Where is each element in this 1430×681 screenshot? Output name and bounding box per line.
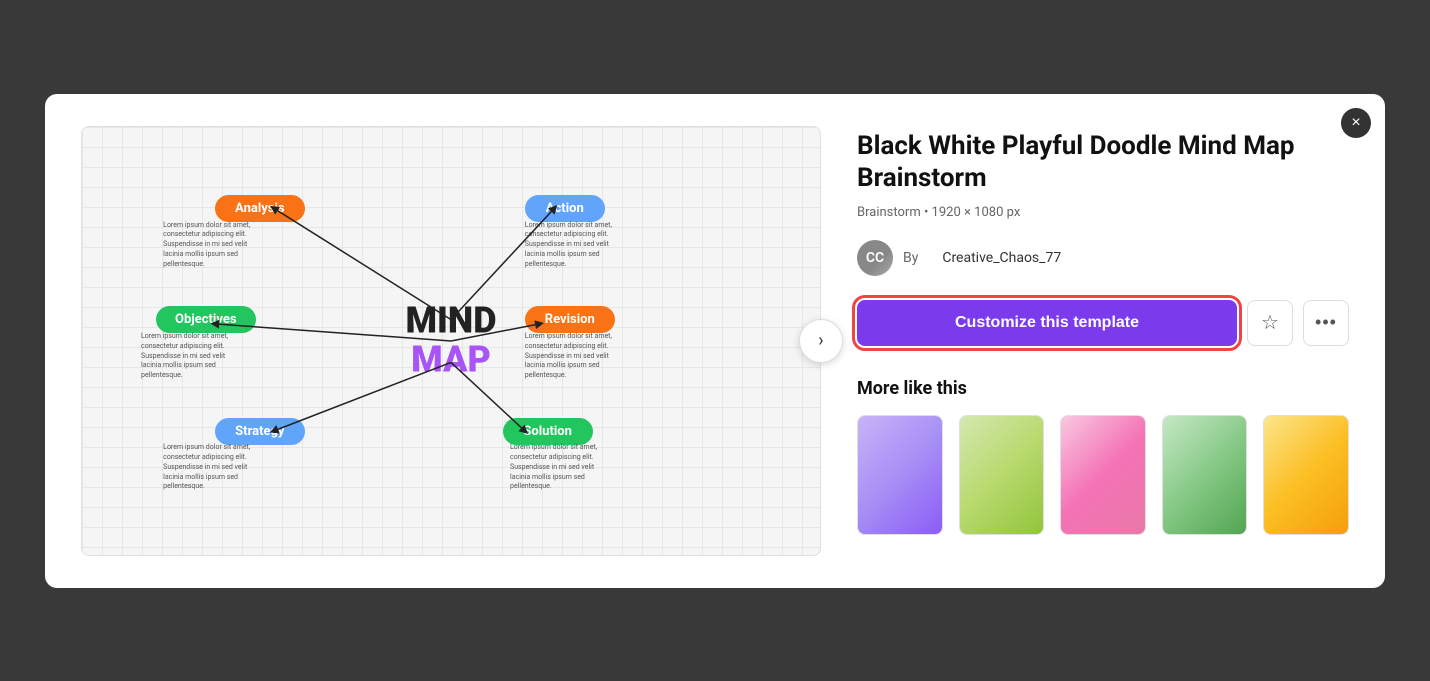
node-solution-text: Lorem ipsum dolor sit amet, consectetur … <box>510 443 610 492</box>
thumbnail-5-label <box>1264 416 1348 534</box>
modal-body: MINDMAP Analysis Lorem ipsum dolor sit a… <box>81 126 1349 556</box>
thumbnail-2[interactable] <box>959 415 1045 535</box>
more-like-section: More like this <box>857 378 1349 535</box>
thumbnails-row <box>857 415 1349 535</box>
favorite-button[interactable]: ☆ <box>1247 300 1293 346</box>
thumbnail-4[interactable] <box>1162 415 1248 535</box>
info-panel: Black White Playful Doodle Mind Map Brai… <box>857 126 1349 535</box>
modal-container: × MINDMAP Analysis Lorem ipsum dolor sit… <box>45 94 1385 588</box>
author-name[interactable]: Creative_Chaos_77 <box>942 250 1061 266</box>
star-icon: ☆ <box>1261 310 1279 335</box>
node-analysis: Analysis <box>215 195 305 222</box>
template-meta: Brainstorm • 1920 × 1080 px <box>857 205 1349 220</box>
close-button[interactable]: × <box>1341 108 1371 138</box>
author-row: CC By Creative_Chaos_77 <box>857 240 1349 276</box>
more-options-button[interactable]: ••• <box>1303 300 1349 346</box>
node-analysis-text: Lorem ipsum dolor sit amet, consectetur … <box>163 221 263 270</box>
more-icon: ••• <box>1315 312 1337 333</box>
node-solution: Solution <box>503 418 593 445</box>
thumbnail-5[interactable] <box>1263 415 1349 535</box>
mind-map-title: MINDMAP <box>405 301 496 380</box>
node-strategy-text: Lorem ipsum dolor sit amet, consectetur … <box>163 443 263 492</box>
thumbnail-4-label <box>1163 416 1247 534</box>
node-objectives-text: Lorem ipsum dolor sit amet, consectetur … <box>141 332 241 381</box>
more-like-title: More like this <box>857 378 1349 399</box>
template-preview: MINDMAP Analysis Lorem ipsum dolor sit a… <box>81 126 821 556</box>
node-revision: Revision <box>525 306 615 333</box>
customize-button[interactable]: Customize this template <box>857 300 1237 346</box>
mind-map-grid: MINDMAP Analysis Lorem ipsum dolor sit a… <box>82 127 820 555</box>
node-action-text: Lorem ipsum dolor sit amet, consectetur … <box>525 221 625 270</box>
preview-area: MINDMAP Analysis Lorem ipsum dolor sit a… <box>81 126 821 556</box>
avatar: CC <box>857 240 893 276</box>
thumbnail-2-label <box>960 416 1044 534</box>
node-action: Action <box>525 195 605 222</box>
thumbnail-1[interactable] <box>857 415 943 535</box>
thumbnail-1-label <box>858 416 942 534</box>
author-by-label: By <box>903 250 918 266</box>
template-title: Black White Playful Doodle Mind Map Brai… <box>857 130 1349 195</box>
node-strategy: Strategy <box>215 418 305 445</box>
modal-overlay[interactable]: × MINDMAP Analysis Lorem ipsum dolor sit… <box>0 0 1430 681</box>
avatar-image: CC <box>857 240 893 276</box>
next-arrow[interactable]: › <box>799 319 843 363</box>
node-objectives: Objectives <box>156 306 256 333</box>
thumbnail-3[interactable] <box>1060 415 1146 535</box>
node-revision-text: Lorem ipsum dolor sit amet, consectetur … <box>525 332 625 381</box>
thumbnail-3-label <box>1061 416 1145 534</box>
action-row: Customize this template ☆ ••• <box>857 300 1349 346</box>
